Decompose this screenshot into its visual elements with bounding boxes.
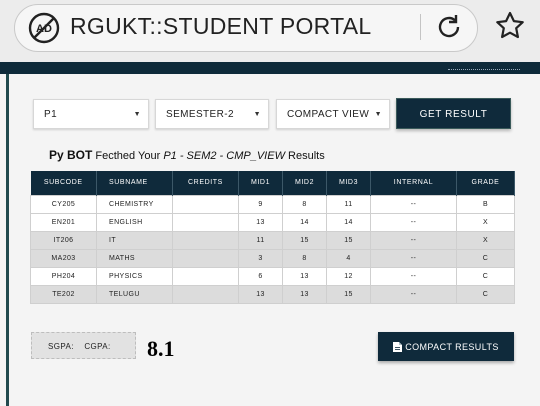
cell: 11 [326,194,371,214]
fetch-status: Py BOT Fecthed Your P1 - SEM2 - CMP_VIEW… [49,148,325,162]
semester-select-value: SEMESTER-2 [166,109,234,120]
chevron-down-icon: ▼ [253,111,261,118]
cell: -- [370,284,457,304]
reload-icon[interactable] [434,12,464,42]
adblock-icon[interactable]: AD [28,12,60,44]
cell: EN201 [30,212,97,232]
table-row: TE202 TELUGU 13 13 15 -- C [30,284,515,304]
view-select[interactable]: COMPACT VIEW ▼ [276,99,390,129]
gpa-value: 8.1 [147,336,175,361]
cell: PH204 [30,266,97,286]
table-row: PH204 PHYSICS 6 13 12 -- C [30,266,515,286]
cell: 15 [282,230,327,250]
cell: 13 [238,284,283,304]
cell: 15 [326,284,371,304]
cell: 13 [282,284,327,304]
table-row: MA203 MATHS 3 8 4 -- C [30,248,515,268]
cell: C [456,284,515,304]
cell: 12 [326,266,371,286]
cell: 8 [282,194,327,214]
semester-select[interactable]: SEMESTER-2 ▼ [155,99,269,129]
cell: PHYSICS [96,266,173,286]
column-header: SUBNAME [96,171,173,195]
cell: MATHS [96,248,173,268]
cell: -- [370,212,457,232]
cell: MA203 [30,248,97,268]
gpa-label: SGPA: CGPA: [31,332,136,359]
cell: 13 [282,266,327,286]
cell [172,248,239,268]
browser-toolbar: AD RGUKT::STUDENT PORTAL [0,0,540,62]
view-select-value: COMPACT VIEW [287,109,370,120]
star-icon[interactable] [494,10,526,42]
column-header: SUBCODE [30,171,97,195]
year-select[interactable]: P1 ▼ [33,99,149,129]
bot-name: Py BOT [49,148,93,162]
cell: 13 [238,212,283,232]
year-select-value: P1 [44,109,58,120]
cell: TELUGU [96,284,173,304]
page-title-url[interactable]: RGUKT::STUDENT PORTAL [70,13,372,40]
cell: -- [370,194,457,214]
cell [172,194,239,214]
cell [172,212,239,232]
fetch-text-end: Results [288,150,325,162]
table-row: IT206 IT 11 15 15 -- X [30,230,515,250]
column-header: GRADE [456,171,515,195]
column-header: MID3 [326,171,371,195]
column-header: MID2 [282,171,327,195]
cell: 8 [282,248,327,268]
left-border [6,74,9,406]
compact-results-button[interactable]: COMPACT RESULTS [378,332,514,361]
cell: 14 [282,212,327,232]
cell: -- [370,248,457,268]
chevron-down-icon: ▼ [374,111,382,118]
cell: 3 [238,248,283,268]
cell: CHEMISTRY [96,194,173,214]
column-header: MID1 [238,171,283,195]
compact-results-label: COMPACT RESULTS [405,342,499,352]
cell: 4 [326,248,371,268]
get-result-button[interactable]: GET RESULT [396,98,511,129]
cell [172,284,239,304]
table-row: EN201 ENGLISH 13 14 14 -- X [30,212,515,232]
cell: -- [370,230,457,250]
table-row: CY205 CHEMISTRY 9 8 11 -- B [30,194,515,214]
cell: IT [96,230,173,250]
cell [172,230,239,250]
fetch-text: Fecthed Your [95,150,161,162]
address-divider [420,14,421,40]
cell: 6 [238,266,283,286]
cell: ENGLISH [96,212,173,232]
cell: IT206 [30,230,97,250]
column-header: INTERNAL [370,171,457,195]
table-header-row: SUBCODE SUBNAME CREDITS MID1 MID2 MID3 I… [30,171,515,195]
cell: C [456,248,515,268]
fetch-query: P1 - SEM2 - CMP_VIEW [163,150,285,162]
cell: 11 [238,230,283,250]
cell: X [456,230,515,250]
cell: X [456,212,515,232]
header-decoration [448,64,520,70]
cell: TE202 [30,284,97,304]
cell: B [456,194,515,214]
chevron-down-icon: ▼ [133,111,141,118]
cell: 9 [238,194,283,214]
cell: CY205 [30,194,97,214]
cell [172,266,239,286]
cell: 15 [326,230,371,250]
cell: -- [370,266,457,286]
results-table: SUBCODE SUBNAME CREDITS MID1 MID2 MID3 I… [30,171,515,304]
column-header: CREDITS [172,171,239,195]
document-icon [393,342,403,352]
cell: 14 [326,212,371,232]
cell: C [456,266,515,286]
